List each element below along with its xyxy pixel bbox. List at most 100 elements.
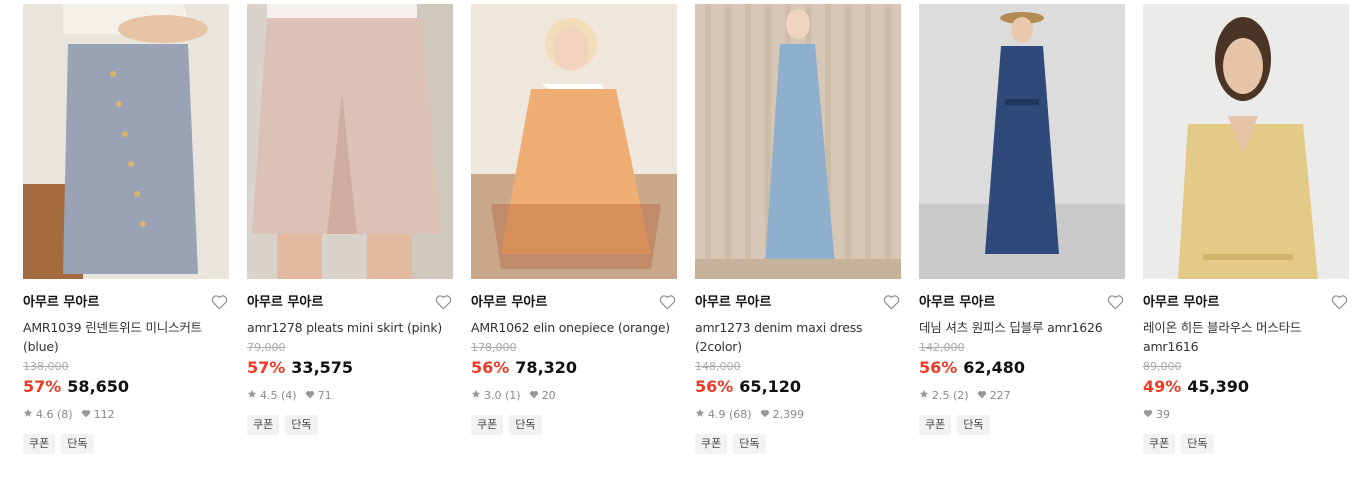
likes: 39 [1143,408,1170,422]
product-image[interactable] [695,4,901,279]
heart-outline-icon[interactable] [211,294,229,312]
heart-filled-icon [81,408,94,422]
tag: 단독 [285,415,318,435]
discount-rate: 49% [1143,377,1182,396]
product-meta: 3.0 (1) 20 [471,389,677,403]
product-image[interactable] [471,4,677,279]
heart-outline-icon[interactable] [883,294,901,312]
star-icon [919,389,932,403]
heart-filled-icon [977,389,990,403]
brand-name[interactable]: 아무르 무아르 [1143,294,1349,312]
sale-price: 33,575 [291,358,354,377]
heart-outline-icon[interactable] [1331,294,1349,312]
likes: 2,399 [760,408,804,422]
rating: 2.5 (2) [919,389,969,403]
sale-price: 65,120 [739,377,802,396]
likes: 71 [305,389,332,403]
brand-name[interactable]: 아무르 무아르 [919,294,1125,312]
product-card[interactable]: 아무르 무아르 AMR1062 elin onepiece (orange) 1… [471,4,677,435]
tag-list: 쿠폰 단독 [919,415,1125,435]
heart-outline-icon[interactable] [1107,294,1125,312]
price-row: 56% 65,120 [695,376,901,398]
heart-filled-icon [1143,408,1156,422]
product-card[interactable]: 아무르 무아르 AMR1039 린넨트위드 미니스커트 (blue) 138,0… [23,4,229,454]
heart-outline-icon[interactable] [659,294,677,312]
heart-filled-icon [760,408,773,422]
brand-name[interactable]: 아무르 무아르 [471,294,677,312]
likes-count: 39 [1156,408,1170,421]
tag-list: 쿠폰 단독 [247,415,453,435]
product-image[interactable] [23,4,229,279]
product-card[interactable]: 아무르 무아르 데님 셔츠 원피스 딥블루 amr1626 142,000 56… [919,4,1125,435]
rating-value: 4.9 [708,408,726,421]
price-row: 56% 78,320 [471,357,677,379]
star-icon [23,408,36,422]
discount-rate: 57% [23,377,62,396]
heart-filled-icon [305,389,318,403]
original-price: 142,000 [919,341,965,354]
likes-count: 227 [989,389,1011,402]
heart-outline-icon[interactable] [435,294,453,312]
review-count: (4) [281,389,297,402]
product-name[interactable]: amr1278 pleats mini skirt (pink) [247,318,453,337]
product-image[interactable] [247,4,453,279]
price-row: 56% 62,480 [919,357,1125,379]
tag: 단독 [509,415,542,435]
original-price: 79,000 [247,341,286,354]
likes: 20 [529,389,556,403]
brand-name[interactable]: 아무르 무아르 [247,294,453,312]
tag: 쿠폰 [1143,434,1176,454]
tag-list: 쿠폰 단독 [695,434,901,454]
star-icon [247,389,260,403]
product-card[interactable]: 아무르 무아르 amr1273 denim maxi dress (2color… [695,4,901,454]
likes-count: 112 [93,408,115,421]
product-name[interactable]: 레이온 히든 블라우스 머스타드 amr1616 [1143,318,1349,356]
price-row: 49% 45,390 [1143,376,1349,398]
original-price: 148,000 [695,360,741,373]
rating: 4.6 (8) [23,408,73,422]
original-price: 89,000 [1143,360,1182,373]
product-meta: 4.5 (4) 71 [247,389,453,403]
likes-count: 20 [541,389,556,402]
product-name[interactable]: amr1273 denim maxi dress (2color) [695,318,901,356]
rating-value: 4.5 [260,389,278,402]
sale-price: 58,650 [67,377,130,396]
sale-price: 62,480 [963,358,1026,377]
product-image[interactable] [919,4,1125,279]
product-image[interactable] [1143,4,1349,279]
tag: 단독 [1181,434,1214,454]
sale-price: 78,320 [515,358,578,377]
brand-name[interactable]: 아무르 무아르 [23,294,229,312]
product-name[interactable]: AMR1062 elin onepiece (orange) [471,318,677,337]
likes: 112 [81,408,115,422]
price-row: 57% 33,575 [247,357,453,379]
original-price: 178,000 [471,341,517,354]
product-name[interactable]: AMR1039 린넨트위드 미니스커트 (blue) [23,318,229,356]
review-count: (2) [953,389,969,402]
rating-value: 2.5 [932,389,950,402]
review-count: (8) [57,408,73,421]
brand-name[interactable]: 아무르 무아르 [695,294,901,312]
rating-value: 3.0 [484,389,502,402]
rating-value: 4.6 [36,408,54,421]
review-count: (68) [729,408,752,421]
star-icon [695,408,708,422]
likes: 227 [977,389,1011,403]
product-meta: 39 [1143,408,1349,422]
original-price: 138,000 [23,360,69,373]
tag-list: 쿠폰 단독 [471,415,677,435]
discount-rate: 56% [471,358,510,377]
price-row: 57% 58,650 [23,376,229,398]
product-meta: 4.9 (68) 2,399 [695,408,901,422]
heart-filled-icon [529,389,542,403]
discount-rate: 57% [247,358,286,377]
product-card[interactable]: 아무르 무아르 레이온 히든 블라우스 머스타드 amr1616 89,000 … [1143,4,1349,454]
product-card[interactable]: 아무르 무아르 amr1278 pleats mini skirt (pink)… [247,4,453,435]
product-name[interactable]: 데님 셔츠 원피스 딥블루 amr1626 [919,318,1125,337]
review-count: (1) [505,389,521,402]
likes-count: 71 [317,389,332,402]
product-meta: 4.6 (8) 112 [23,408,229,422]
tag: 단독 [733,434,766,454]
tag: 쿠폰 [23,434,56,454]
tag: 쿠폰 [695,434,728,454]
